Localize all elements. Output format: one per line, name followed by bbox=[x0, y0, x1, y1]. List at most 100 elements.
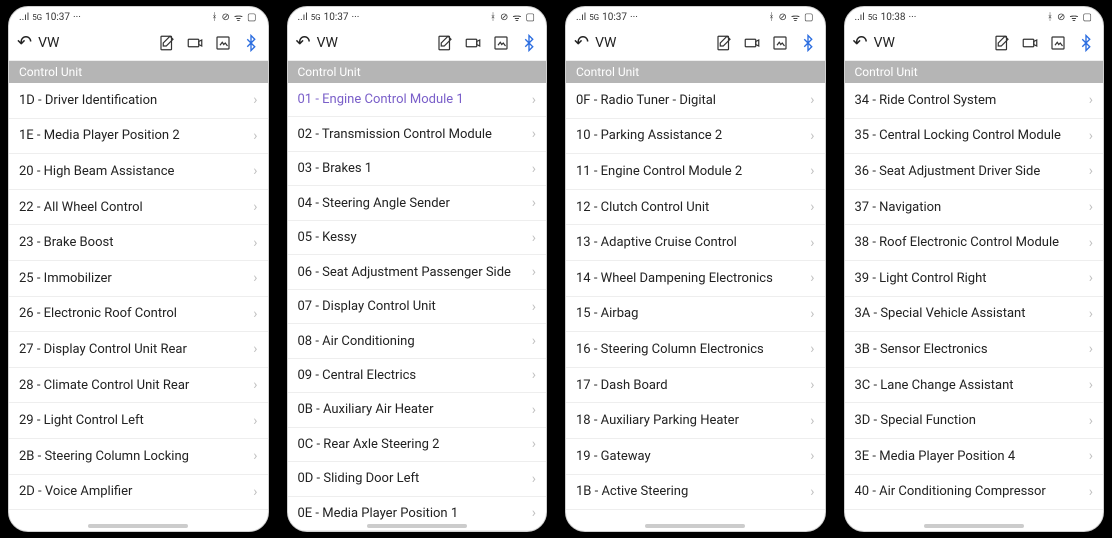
list-item[interactable]: 16 - Steering Column Electronics› bbox=[566, 332, 825, 368]
list-item[interactable]: 10 - Parking Assistance 2› bbox=[566, 119, 825, 155]
list-item[interactable]: 15 - Airbag› bbox=[566, 297, 825, 333]
list-item[interactable]: 27 - Display Control Unit Rear› bbox=[9, 332, 268, 368]
gesture-bar[interactable] bbox=[367, 524, 467, 528]
list-item[interactable]: 37 - Navigation› bbox=[845, 190, 1104, 226]
list-item[interactable]: 04 - Steering Angle Sender› bbox=[288, 186, 547, 220]
list-item[interactable]: 0C - Rear Axle Steering 2› bbox=[288, 428, 547, 462]
bluetooth-icon[interactable] bbox=[799, 34, 817, 52]
list-item[interactable]: 12 - Clutch Control Unit› bbox=[566, 190, 825, 226]
list-item[interactable]: 06 - Seat Adjustment Passenger Side› bbox=[288, 255, 547, 289]
note-icon[interactable] bbox=[715, 34, 733, 52]
camera-icon[interactable] bbox=[743, 34, 761, 52]
signal-icon: ..ıl bbox=[576, 12, 586, 23]
battery-icon: ▢ bbox=[526, 12, 536, 23]
status-left: ..ıl 5G 10:38 ··· bbox=[855, 12, 917, 23]
list-item[interactable]: 1D - Driver Identification› bbox=[9, 83, 268, 119]
list-item[interactable]: 36 - Seat Adjustment Driver Side› bbox=[845, 154, 1104, 190]
list-item[interactable]: 22 - All Wheel Control› bbox=[9, 190, 268, 226]
list-item[interactable]: 2B - Steering Column Locking› bbox=[9, 439, 268, 475]
list-item[interactable]: 40 - Air Conditioning Compressor› bbox=[845, 475, 1104, 511]
list-item-label: 34 - Ride Control System bbox=[855, 93, 997, 108]
camera-icon[interactable] bbox=[186, 34, 204, 52]
note-icon[interactable] bbox=[158, 34, 176, 52]
list-item[interactable]: 26 - Electronic Roof Control› bbox=[9, 297, 268, 333]
screenshot-icon[interactable] bbox=[492, 34, 510, 52]
list-item[interactable]: 0D - Sliding Door Left› bbox=[288, 462, 547, 496]
list-item[interactable]: 34 - Ride Control System› bbox=[845, 83, 1104, 119]
list-item[interactable]: 09 - Central Electrics› bbox=[288, 359, 547, 393]
control-unit-list[interactable]: 0F - Radio Tuner - Digital›10 - Parking … bbox=[566, 83, 825, 531]
bluetooth-icon[interactable] bbox=[242, 34, 260, 52]
list-item-label: 06 - Seat Adjustment Passenger Side bbox=[298, 265, 511, 280]
list-item[interactable]: 39 - Light Control Right› bbox=[845, 261, 1104, 297]
list-item[interactable]: 05 - Kessy› bbox=[288, 221, 547, 255]
list-item[interactable]: 14 - Wheel Dampening Electronics› bbox=[566, 261, 825, 297]
list-item[interactable]: 23 - Brake Boost› bbox=[9, 225, 268, 261]
chevron-right-icon: › bbox=[810, 128, 814, 144]
camera-icon[interactable] bbox=[464, 34, 482, 52]
list-item[interactable]: 3B - Sensor Electronics› bbox=[845, 332, 1104, 368]
note-icon[interactable] bbox=[436, 34, 454, 52]
app-title: VW bbox=[874, 35, 895, 51]
gesture-bar[interactable] bbox=[924, 524, 1024, 528]
list-item[interactable]: 0F - Radio Tuner - Digital› bbox=[566, 83, 825, 119]
gesture-bar[interactable] bbox=[645, 524, 745, 528]
list-item[interactable]: 3D - Special Function› bbox=[845, 403, 1104, 439]
list-item[interactable]: 08 - Air Conditioning› bbox=[288, 324, 547, 358]
screenshot-icon[interactable] bbox=[214, 34, 232, 52]
bluetooth-icon[interactable] bbox=[520, 34, 538, 52]
list-item[interactable]: 0B - Auxiliary Air Heater› bbox=[288, 393, 547, 427]
list-item[interactable]: 19 - Gateway› bbox=[566, 439, 825, 475]
camera-icon[interactable] bbox=[1021, 34, 1039, 52]
list-item-label: 26 - Electronic Roof Control bbox=[19, 306, 177, 321]
list-item[interactable]: 18 - Auxiliary Parking Heater› bbox=[566, 403, 825, 439]
list-item[interactable]: 3E - Media Player Position 4› bbox=[845, 439, 1104, 475]
chevron-right-icon: › bbox=[253, 413, 257, 429]
list-item[interactable]: 07 - Display Control Unit› bbox=[288, 290, 547, 324]
list-item-label: 0B - Auxiliary Air Heater bbox=[298, 402, 434, 417]
list-item[interactable]: 13 - Adaptive Cruise Control› bbox=[566, 225, 825, 261]
list-item[interactable]: 3A - Special Vehicle Assistant› bbox=[845, 297, 1104, 333]
chevron-right-icon: › bbox=[532, 333, 536, 349]
section-header: Control Unit bbox=[566, 61, 825, 83]
bluetooth-icon[interactable] bbox=[1077, 34, 1095, 52]
list-item[interactable]: 01 - Engine Control Module 1› bbox=[288, 83, 547, 117]
gesture-bar[interactable] bbox=[88, 524, 188, 528]
note-icon[interactable] bbox=[993, 34, 1011, 52]
screenshot-icon[interactable] bbox=[1049, 34, 1067, 52]
list-item[interactable]: 29 - Light Control Left› bbox=[9, 403, 268, 439]
back-button[interactable]: ↶VW bbox=[574, 34, 616, 52]
app-bar: ↶VW bbox=[845, 25, 1104, 61]
back-button[interactable]: ↶VW bbox=[296, 34, 338, 52]
screenshot-icon[interactable] bbox=[771, 34, 789, 52]
status-left: ..ıl 5G 10:37 ··· bbox=[576, 12, 638, 23]
list-item[interactable]: 28 - Climate Control Unit Rear› bbox=[9, 368, 268, 404]
list-item[interactable]: 25 - Immobilizer› bbox=[9, 261, 268, 297]
list-item[interactable]: 3C - Lane Change Assistant› bbox=[845, 368, 1104, 404]
back-button[interactable]: ↶VW bbox=[853, 34, 895, 52]
list-item[interactable]: 20 - High Beam Assistance› bbox=[9, 154, 268, 190]
list-item[interactable]: 38 - Roof Electronic Control Module› bbox=[845, 225, 1104, 261]
app-title: VW bbox=[595, 35, 616, 51]
back-button[interactable]: ↶VW bbox=[17, 34, 59, 52]
control-unit-list[interactable]: 1D - Driver Identification›1E - Media Pl… bbox=[9, 83, 268, 531]
control-unit-list[interactable]: 34 - Ride Control System›35 - Central Lo… bbox=[845, 83, 1104, 531]
chevron-right-icon: › bbox=[253, 270, 257, 286]
bt-status-icon: ᚼ bbox=[212, 12, 219, 23]
list-item[interactable]: 2D - Voice Amplifier› bbox=[9, 475, 268, 511]
phone-screen: ..ıl 5G 10:37 ···ᚼ⊘ᯤ▢↶VWControl Unit01 -… bbox=[287, 6, 548, 532]
wifi-icon: ᯤ bbox=[1069, 10, 1079, 24]
list-item[interactable]: 1B - Active Steering› bbox=[566, 475, 825, 511]
chevron-right-icon: › bbox=[253, 448, 257, 464]
chevron-right-icon: › bbox=[1089, 199, 1093, 215]
list-item[interactable]: 11 - Engine Control Module 2› bbox=[566, 154, 825, 190]
list-item-label: 03 - Brakes 1 bbox=[298, 161, 373, 176]
list-item[interactable]: 17 - Dash Board› bbox=[566, 368, 825, 404]
list-item[interactable]: 35 - Central Locking Control Module› bbox=[845, 119, 1104, 155]
list-item[interactable]: 1E - Media Player Position 2› bbox=[9, 119, 268, 155]
list-item[interactable]: 02 - Transmission Control Module› bbox=[288, 117, 547, 151]
control-unit-list[interactable]: 01 - Engine Control Module 1›02 - Transm… bbox=[288, 83, 547, 531]
chevron-right-icon: › bbox=[532, 161, 536, 177]
status-time: 10:37 bbox=[602, 12, 627, 23]
list-item[interactable]: 03 - Brakes 1 › bbox=[288, 152, 547, 186]
